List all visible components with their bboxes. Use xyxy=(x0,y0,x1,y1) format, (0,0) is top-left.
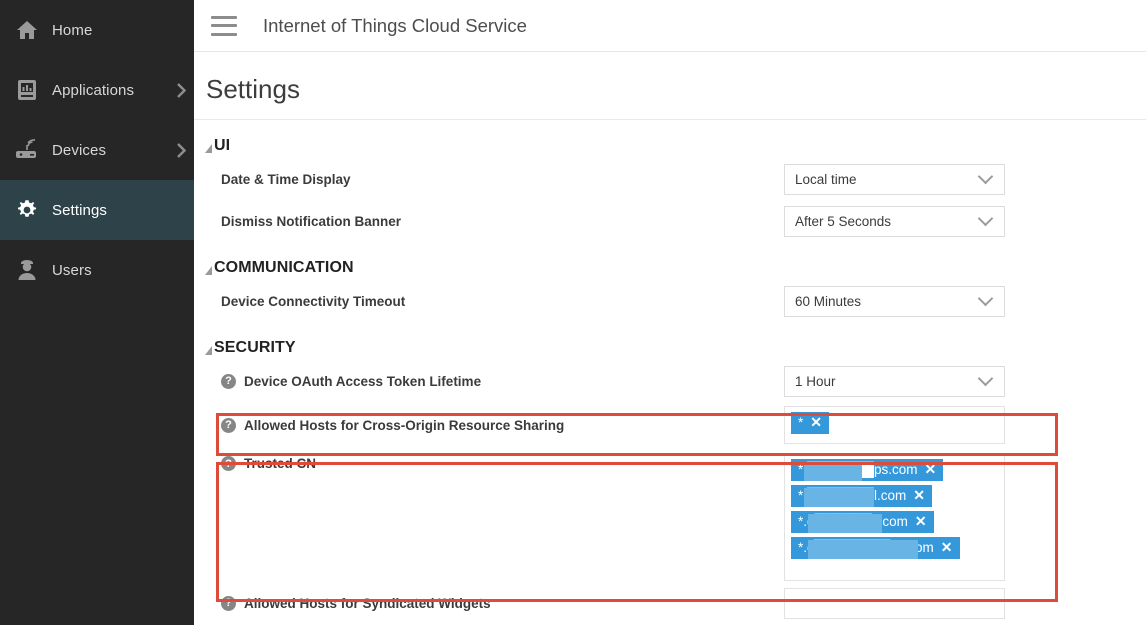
page-title-container: Settings xyxy=(194,52,1146,120)
chevron-down-icon xyxy=(977,370,994,387)
select-value: 1 Hour xyxy=(795,373,836,389)
setting-label: ? Device OAuth Access Token Lifetime xyxy=(210,373,482,389)
redaction-overlay xyxy=(804,462,862,481)
setting-row-device-oauth-token-lifetime: ? Device OAuth Access Token Lifetime 1 H… xyxy=(194,360,1146,402)
tag-item[interactable]: *.███████l.com ✕ xyxy=(791,485,932,507)
help-icon[interactable]: ? xyxy=(221,595,236,611)
select-value: Local time xyxy=(795,171,857,187)
home-icon xyxy=(10,17,44,43)
tag-item[interactable]: *.███████ps.com ✕ xyxy=(791,459,944,481)
sidebar-item-label: Applications xyxy=(52,81,135,99)
sidebar-item-users[interactable]: Users xyxy=(0,240,194,300)
app-title: Internet of Things Cloud Service xyxy=(263,14,527,36)
section-header-security[interactable]: SECURITY xyxy=(205,339,1146,357)
setting-label-text: Allowed Hosts for Cross-Origin Resource … xyxy=(244,417,565,433)
setting-label-text: Date & Time Display xyxy=(221,171,351,187)
setting-label: Dismiss Notification Banner xyxy=(210,214,401,229)
date-time-display-control: Local time xyxy=(784,163,1005,195)
device-oauth-token-lifetime-select[interactable]: 1 Hour xyxy=(784,365,1005,397)
applications-icon xyxy=(10,77,44,103)
device-connectivity-timeout-select[interactable]: 60 Minutes xyxy=(784,285,1005,317)
setting-label: ? Trusted CN xyxy=(210,456,316,471)
section-header-ui[interactable]: UI xyxy=(205,137,1146,155)
setting-row-dismiss-notification-banner: Dismiss Notification Banner After 5 Seco… xyxy=(194,200,1146,242)
redaction-overlay xyxy=(808,514,882,533)
sidebar-item-label: Home xyxy=(52,21,93,39)
redaction-overlay xyxy=(804,488,874,507)
chevron-down-icon xyxy=(977,210,994,227)
tag-item[interactable]: *.g██████s.com ✕ xyxy=(791,511,934,533)
allowed-hosts-cors-tag-input[interactable]: * ✕ xyxy=(784,406,1005,444)
chevron-right-icon[interactable] xyxy=(168,142,194,158)
tag-label: * xyxy=(798,415,804,430)
dismiss-notification-banner-select[interactable]: After 5 Seconds xyxy=(784,205,1005,237)
redaction-overlay xyxy=(808,540,918,559)
setting-label: Date & Time Display xyxy=(210,172,351,187)
app-root: Home Applications Devices Settings Users… xyxy=(0,0,1146,625)
section-title: UI xyxy=(214,137,231,154)
trusted-cn-tag-input[interactable]: *.███████ps.com ✕ *.███████l.com ✕ *.g██… xyxy=(784,453,1005,581)
top-bar: Internet of Things Cloud Service xyxy=(194,0,1146,52)
allowed-hosts-cors-control: * ✕ xyxy=(784,406,1005,444)
sidebar-item-applications[interactable]: Applications xyxy=(0,60,194,120)
setting-label-text: Allowed Hosts for Syndicated Widgets xyxy=(244,595,491,611)
section-header-communication[interactable]: COMMUNICATION xyxy=(205,259,1146,277)
section-title: COMMUNICATION xyxy=(214,259,354,276)
setting-row-trusted-cn: ? Trusted CN *.███████ps.com ✕ *.███████… xyxy=(194,448,1146,588)
setting-label-text: Dismiss Notification Banner xyxy=(221,213,402,229)
setting-label: Device Connectivity Timeout xyxy=(210,294,405,309)
dismiss-notification-banner-control: After 5 Seconds xyxy=(784,205,1005,237)
setting-label: ? Allowed Hosts for Cross-Origin Resourc… xyxy=(210,417,565,433)
page-title: Settings xyxy=(206,74,300,104)
sidebar-item-label: Settings xyxy=(52,201,107,219)
sidebar-item-settings[interactable]: Settings xyxy=(0,180,194,240)
setting-row-date-time-display: Date & Time Display Local time xyxy=(194,158,1146,200)
setting-label-text: Trusted CN xyxy=(244,456,317,471)
remove-tag-icon[interactable]: ✕ xyxy=(915,513,927,530)
setting-row-allowed-hosts-cors: ? Allowed Hosts for Cross-Origin Resourc… xyxy=(194,402,1146,448)
allowed-hosts-widgets-control xyxy=(784,587,1005,619)
chevron-right-icon[interactable] xyxy=(168,82,194,98)
tag-item[interactable]: *.c████████ps.com ✕ xyxy=(791,537,960,559)
tag-item[interactable]: * ✕ xyxy=(791,412,829,434)
collapse-triangle-icon xyxy=(205,265,212,275)
select-value: After 5 Seconds xyxy=(795,213,892,229)
remove-tag-icon[interactable]: ✕ xyxy=(913,487,925,504)
sidebar-item-label: Users xyxy=(52,261,92,279)
remove-tag-icon[interactable]: ✕ xyxy=(924,461,936,478)
chevron-down-icon xyxy=(977,168,994,185)
remove-tag-icon[interactable]: ✕ xyxy=(810,414,822,431)
device-connectivity-timeout-control: 60 Minutes xyxy=(784,285,1005,317)
collapse-triangle-icon xyxy=(205,345,212,355)
main-area: Internet of Things Cloud Service Setting… xyxy=(194,0,1146,625)
sidebar-item-home[interactable]: Home xyxy=(0,0,194,60)
section-title: SECURITY xyxy=(214,339,296,356)
sidebar-item-devices[interactable]: Devices xyxy=(0,120,194,180)
sidebar: Home Applications Devices Settings Users xyxy=(0,0,194,625)
select-value: 60 Minutes xyxy=(795,293,862,309)
help-icon[interactable]: ? xyxy=(221,373,236,389)
setting-label-text: Device OAuth Access Token Lifetime xyxy=(244,373,482,389)
allowed-hosts-widgets-tag-input[interactable] xyxy=(784,587,1005,619)
help-icon[interactable]: ? xyxy=(221,417,236,433)
devices-icon xyxy=(10,137,44,163)
gear-icon xyxy=(10,197,44,223)
settings-content: UI Date & Time Display Local time Dismis… xyxy=(194,137,1146,619)
date-time-display-select[interactable]: Local time xyxy=(784,163,1005,195)
trusted-cn-control: *.███████ps.com ✕ *.███████l.com ✕ *.g██… xyxy=(784,453,1005,581)
remove-tag-icon[interactable]: ✕ xyxy=(941,539,953,556)
help-icon[interactable]: ? xyxy=(221,456,236,471)
setting-label-text: Device Connectivity Timeout xyxy=(221,293,406,309)
chevron-down-icon xyxy=(977,290,994,307)
collapse-triangle-icon xyxy=(205,143,212,153)
hamburger-icon[interactable] xyxy=(211,15,237,36)
user-icon xyxy=(10,257,44,283)
setting-row-device-connectivity-timeout: Device Connectivity Timeout 60 Minutes xyxy=(194,280,1146,322)
device-oauth-token-lifetime-control: 1 Hour xyxy=(784,365,1005,397)
sidebar-item-label: Devices xyxy=(52,141,107,159)
setting-label: ? Allowed Hosts for Syndicated Widgets xyxy=(210,595,491,611)
setting-row-allowed-hosts-widgets: ? Allowed Hosts for Syndicated Widgets xyxy=(194,587,1146,619)
